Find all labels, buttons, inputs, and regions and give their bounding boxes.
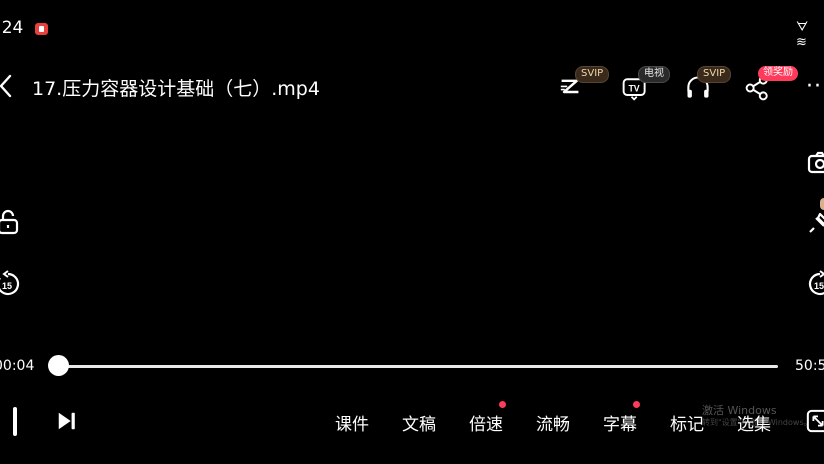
current-time: 00:04: [0, 358, 35, 374]
episodes-button[interactable]: 选集: [737, 410, 771, 435]
bookmark-button[interactable]: 标记: [670, 410, 704, 435]
back-icon[interactable]: [0, 72, 24, 100]
speed-notice-dot: [499, 401, 506, 408]
pause-icon[interactable]: [13, 407, 17, 436]
lock-icon[interactable]: [0, 208, 22, 236]
next-icon[interactable]: [56, 409, 78, 433]
courseware-button[interactable]: 课件: [335, 410, 369, 435]
rewind-15-icon[interactable]: 15: [0, 270, 22, 298]
progress-track[interactable]: [58, 365, 778, 368]
svg-text:15: 15: [814, 281, 824, 291]
svg-text:15: 15: [2, 281, 12, 291]
screen-record-icon: [35, 23, 48, 35]
subtitle-notice-dot: [633, 401, 640, 408]
status-time: :24: [0, 18, 24, 38]
status-icons: ᗊ ≋: [796, 20, 811, 50]
svg-text:TV: TV: [628, 84, 639, 94]
progress-thumb[interactable]: [48, 355, 69, 376]
more-button[interactable]: ··: [806, 74, 822, 99]
screenshot-camera-icon[interactable]: [806, 148, 824, 176]
video-title: 17.压力容器设计基础（七）.mp4: [32, 78, 320, 100]
reward-badge[interactable]: 领奖励: [758, 66, 798, 81]
quality-button[interactable]: 流畅: [536, 410, 570, 435]
fullscreen-icon[interactable]: [806, 408, 824, 434]
speed-button[interactable]: 倍速: [469, 410, 503, 435]
total-time: 50:5: [795, 358, 824, 374]
transcript-button[interactable]: 文稿: [402, 410, 436, 435]
subtitle-button[interactable]: 字幕: [603, 410, 637, 435]
pin-notice-dot: [820, 198, 824, 210]
forward-15-icon[interactable]: 15: [806, 270, 824, 298]
svip-badge: SVIP: [697, 66, 732, 83]
svip-badge: SVIP: [575, 66, 610, 83]
pin-icon[interactable]: [806, 208, 824, 236]
tv-badge: 电视: [638, 66, 670, 83]
